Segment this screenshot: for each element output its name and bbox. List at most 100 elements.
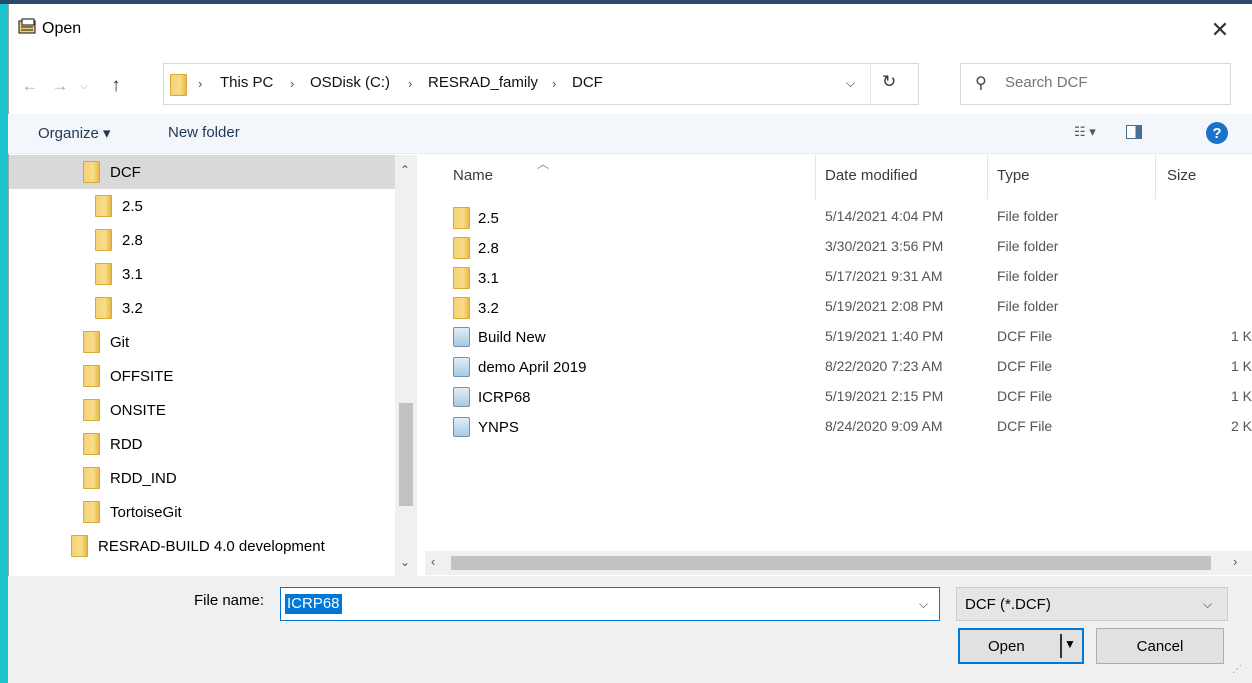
breadcrumb-dcf[interactable]: DCF [572,74,603,91]
file-name: 3.1 [478,269,499,287]
view-details-icon: ☷ ▾ [1074,124,1096,139]
preview-pane-icon[interactable] [1126,125,1142,139]
close-icon: ✕ [1210,17,1230,42]
navigation-scrollbar[interactable] [395,155,417,578]
file-type-select[interactable]: DCF (*.DCF) ⌵ [956,587,1228,621]
file-date: 5/19/2021 1:40 PM [825,328,944,344]
close-button[interactable]: ✕ [1200,12,1240,48]
new-folder-button[interactable]: New folder [168,124,240,141]
scroll-down-icon[interactable]: ⌄ [400,555,410,569]
tree-item-label: Git [110,333,130,351]
column-header-date-modified[interactable]: Date modified [825,167,918,184]
column-divider[interactable] [815,155,816,199]
address-divider [870,64,871,104]
chevron-down-icon: ⌵ [80,80,88,92]
file-row[interactable]: YNPS 8/24/2020 9:09 AM DCF File 2 K [425,411,1252,441]
tree-item-label: 2.5 [122,197,143,215]
tree-item-resrad-build[interactable]: RESRAD-BUILD 4.0 development [9,529,421,563]
file-row[interactable]: 2.8 3/30/2021 3:56 PM File folder [425,231,1252,261]
file-date: 3/30/2021 3:56 PM [825,238,944,254]
tree-item-tortoisegit[interactable]: TortoiseGit [9,495,421,529]
scroll-right-icon[interactable]: › [1233,554,1237,569]
column-header-name[interactable]: Name [453,167,493,184]
file-row[interactable]: demo April 2019 8/22/2020 7:23 AM DCF Fi… [425,351,1252,381]
tree-item-git[interactable]: Git [9,325,421,359]
navigation-scrollbar-thumb[interactable] [399,403,413,506]
file-row[interactable]: Build New 5/19/2021 1:40 PM DCF File 1 K [425,321,1252,351]
forward-button[interactable]: → [46,72,74,100]
folder-icon [83,467,100,489]
scroll-up-icon[interactable]: ⌃ [400,163,410,177]
file-list-horizontal-scrollbar[interactable]: ‹ › [425,551,1252,575]
tree-item-2-5[interactable]: 2.5 [9,189,421,223]
organize-button[interactable]: Organize ▾ [38,124,111,142]
caret-down-icon[interactable]: ▼ [1064,637,1076,651]
folder-icon [83,433,100,455]
breadcrumb-osdisk[interactable]: OSDisk (C:) [310,74,390,91]
horizontal-scrollbar-thumb[interactable] [451,556,1211,570]
folder-icon [453,207,470,229]
chevron-down-icon: ⌵ [1203,597,1213,611]
tree-item-rdd-ind[interactable]: RDD_IND [9,461,421,495]
breadcrumb-separator-icon: › [552,76,557,91]
folder-icon [95,229,112,251]
tree-item-3-1[interactable]: 3.1 [9,257,421,291]
file-name: Build New [478,328,546,346]
help-icon[interactable]: ? [1206,122,1228,144]
tree-item-label: OFFSITE [110,367,174,385]
file-icon [453,357,470,377]
folder-icon [95,297,112,319]
refresh-icon[interactable]: ↻ [882,72,896,92]
split-divider [1060,634,1062,658]
recent-locations-button[interactable]: ⌵ [76,72,92,100]
arrow-up-icon: ↑ [111,75,121,96]
tree-item-label: 2.8 [122,231,143,249]
file-name: YNPS [478,418,519,436]
file-row[interactable]: 3.2 5/19/2021 2:08 PM File folder [425,291,1252,321]
search-box[interactable]: ⚲ [960,63,1231,105]
file-name: 2.8 [478,239,499,257]
breadcrumb-this-pc[interactable]: This PC [220,74,273,91]
chevron-down-icon[interactable]: ⌵ [919,597,928,612]
folder-icon [83,501,100,523]
file-row[interactable]: ICRP68 5/19/2021 2:15 PM DCF File 1 K [425,381,1252,411]
change-view-button[interactable]: ☷ ▾ [1074,124,1096,140]
file-name-input[interactable]: ICRP68 [285,594,342,614]
tree-item-rdd[interactable]: RDD [9,427,421,461]
tree-item-label: TortoiseGit [110,503,182,521]
file-type: File folder [997,238,1059,254]
breadcrumb-resrad-family[interactable]: RESRAD_family [428,74,538,91]
file-row[interactable]: 2.5 5/14/2021 4:04 PM File folder [425,201,1252,231]
tree-item-onsite[interactable]: ONSITE [9,393,421,427]
cancel-button[interactable]: Cancel [1096,628,1224,664]
tree-item-offsite[interactable]: OFFSITE [9,359,421,393]
file-size: 1 K [1230,328,1252,344]
file-row[interactable]: 3.1 5/17/2021 9:31 AM File folder [425,261,1252,291]
tree-item-label: RDD_IND [110,469,177,487]
up-button[interactable]: ↑ [102,72,130,100]
address-bar[interactable]: › This PC › OSDisk (C:) › RESRAD_family … [163,63,919,105]
file-type: DCF File [997,418,1053,434]
file-date: 5/19/2021 2:15 PM [825,388,944,404]
column-divider[interactable] [1155,155,1156,199]
file-type: DCF File [997,358,1053,374]
file-name-field[interactable]: ICRP68 ⌵ [280,587,940,621]
breadcrumb-separator-icon: › [290,76,295,91]
back-button[interactable]: ← [16,72,44,100]
column-header-type[interactable]: Type [997,167,1030,184]
navigation-pane: DCF 2.5 2.8 3.1 3.2 Git OFFSITE ONSITE R… [9,155,421,578]
open-button[interactable]: Open ▼ [958,628,1084,664]
column-header-size[interactable]: Size [1167,167,1196,184]
chevron-down-icon[interactable]: ⌵ [846,76,855,91]
file-date: 5/19/2021 2:08 PM [825,298,944,314]
tree-item-3-2[interactable]: 3.2 [9,291,421,325]
tree-item-label: ONSITE [110,401,166,419]
tree-item-dcf[interactable]: DCF [9,155,395,189]
resize-grip-icon[interactable]: ⋰ [1232,664,1242,675]
column-divider[interactable] [987,155,988,199]
folder-icon [170,74,187,96]
scroll-left-icon[interactable]: ‹ [431,554,435,569]
tree-item-2-8[interactable]: 2.8 [9,223,421,257]
file-size: 2 K [1230,418,1252,434]
search-input[interactable] [1005,74,1205,91]
